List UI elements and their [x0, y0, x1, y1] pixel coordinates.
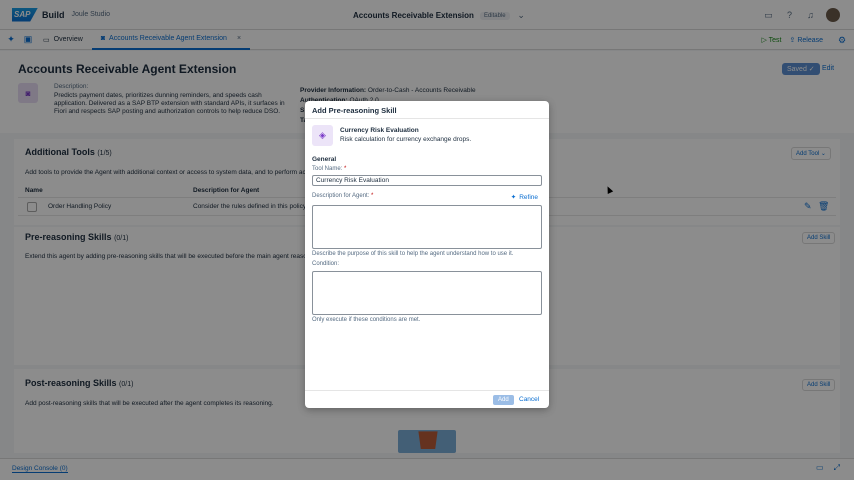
add-pre-reasoning-skill-dialog: Add Pre-reasoning Skill ◈ Currency Risk …: [305, 101, 549, 408]
add-button[interactable]: Add: [493, 395, 514, 405]
skill-gem-icon: ◈: [312, 125, 333, 146]
description-textarea[interactable]: [312, 205, 542, 249]
skill-name: Currency Risk Evaluation: [340, 127, 419, 134]
refine-button[interactable]: ✦ Refine: [510, 193, 538, 202]
skill-subtitle: Risk calculation for currency exchange d…: [340, 136, 472, 143]
general-heading: General: [312, 156, 337, 163]
condition-textarea[interactable]: [312, 271, 542, 315]
tool-name-label: Tool Name: *: [312, 166, 346, 172]
skill-card: ◈ Currency Risk Evaluation Risk calculat…: [312, 125, 471, 146]
required-mark: *: [371, 193, 374, 199]
dialog-footer: Add Cancel: [305, 390, 549, 408]
description-agent-label: Description for Agent: *: [312, 193, 373, 199]
tool-name-label-text: Tool Name:: [312, 166, 343, 172]
condition-hint: Only execute if these conditions are met…: [312, 317, 421, 323]
condition-label: Condition:: [312, 261, 340, 267]
tool-name-input[interactable]: [312, 175, 542, 186]
sparkle-icon: ✦: [510, 194, 517, 201]
refine-label: Refine: [519, 193, 538, 201]
description-hint: Describe the purpose of this skill to he…: [312, 251, 514, 257]
cancel-button[interactable]: Cancel: [519, 396, 539, 403]
description-agent-label-text: Description for Agent:: [312, 193, 370, 199]
required-mark: *: [344, 166, 347, 172]
dialog-title: Add Pre-reasoning Skill: [305, 101, 549, 119]
